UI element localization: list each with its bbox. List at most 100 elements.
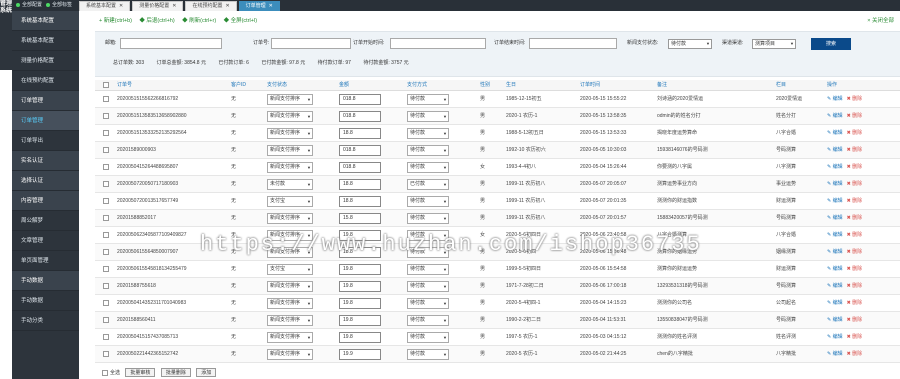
close-tab-icon[interactable]: ✕	[225, 3, 229, 9]
add-button[interactable]: + 新建(ctrl+b)	[99, 18, 132, 24]
tab-0[interactable]: 系统基本配置 ✕	[79, 1, 131, 11]
fullscreen-button[interactable]: ◆ 全屏(ctrl+l)	[224, 18, 257, 24]
pay-status-select[interactable]: 新闻支付排序	[267, 128, 313, 139]
pay-status-select[interactable]: 新闻支付排序	[267, 162, 313, 173]
column-header[interactable]: 备注	[657, 80, 667, 90]
edit-button[interactable]: ✎ 编辑	[827, 113, 843, 119]
add-row-button[interactable]: 添加	[196, 368, 217, 377]
tab-3[interactable]: 订单管理 ✕	[238, 1, 280, 11]
pay-status-select[interactable]: 支付宝	[267, 196, 313, 207]
close-tab-icon[interactable]: ✕	[172, 3, 176, 9]
delete-button[interactable]: ✖ 删除	[847, 113, 863, 119]
column-header[interactable]: 订单号	[117, 80, 132, 90]
delete-button[interactable]: ✖ 删除	[847, 164, 863, 170]
sidebar-item-6[interactable]: 订单导出	[12, 131, 79, 151]
amount-input[interactable]: 19.8	[339, 298, 381, 309]
amount-input[interactable]: 19.8	[339, 315, 381, 326]
close-all-button[interactable]: × 关闭全部	[867, 15, 894, 27]
row-checkbox[interactable]	[103, 266, 109, 272]
pay-method-select[interactable]: 待付款	[407, 94, 449, 105]
pay-status-select[interactable]: 新闻支付排序	[267, 213, 313, 224]
edit-button[interactable]: ✎ 编辑	[827, 317, 843, 323]
amount-input[interactable]: 19.8	[339, 332, 381, 343]
top-link-tags[interactable]: 全部标签	[46, 1, 72, 10]
sidebar-item-15[interactable]: 手动分类	[12, 311, 79, 331]
delete-button[interactable]: ✖ 删除	[847, 317, 863, 323]
column-header[interactable]: 客户ID	[231, 80, 246, 90]
pay-status-select[interactable]: 新闻支付排序	[267, 281, 313, 292]
edit-button[interactable]: ✎ 编辑	[827, 351, 843, 357]
amount-input[interactable]: 018.8	[339, 111, 381, 122]
pay-status-select[interactable]: 新闻支付排序	[267, 298, 313, 309]
amount-input[interactable]: 15.8	[339, 213, 381, 224]
column-header[interactable]: 操作	[827, 80, 837, 90]
pay-status-select[interactable]: 支付宝	[267, 264, 313, 275]
row-checkbox[interactable]	[103, 164, 109, 170]
delete-button[interactable]: ✖ 删除	[847, 249, 863, 255]
column-header[interactable]: 订单时间	[580, 80, 600, 90]
row-checkbox[interactable]	[103, 232, 109, 238]
amount-input[interactable]: 018.8	[339, 94, 381, 105]
pay-status-select[interactable]: 待付款	[668, 39, 712, 49]
delete-button[interactable]: ✖ 删除	[847, 351, 863, 357]
column-header[interactable]: 支付方式	[407, 80, 427, 90]
pay-status-select[interactable]: 新闻支付排序	[267, 111, 313, 122]
pay-method-select[interactable]: 待付款	[407, 298, 449, 309]
row-checkbox[interactable]	[103, 96, 109, 102]
delete-button[interactable]: ✖ 删除	[847, 130, 863, 136]
pay-status-select[interactable]: 新闻支付排序	[267, 145, 313, 156]
sidebar-item-9[interactable]: 内容管理	[12, 191, 79, 211]
edit-button[interactable]: ✎ 编辑	[827, 249, 843, 255]
back-button[interactable]: ◆ 后退(ctrl+h)	[139, 18, 174, 24]
amount-input[interactable]: 018.8	[339, 162, 381, 173]
pay-method-select[interactable]: 待付款	[407, 145, 449, 156]
delete-button[interactable]: ✖ 删除	[847, 232, 863, 238]
amount-input[interactable]: 18.8	[339, 128, 381, 139]
edit-button[interactable]: ✎ 编辑	[827, 300, 843, 306]
sidebar-item-14[interactable]: 手动数据	[12, 291, 79, 311]
pay-status-select[interactable]: 新闻支付排序	[267, 94, 313, 105]
header-checkbox[interactable]	[103, 82, 109, 88]
column-header[interactable]: 性别	[480, 80, 490, 90]
row-checkbox[interactable]	[103, 317, 109, 323]
channel-select[interactable]: 测算项目	[752, 39, 796, 49]
tab-1[interactable]: 测量价格配置 ✕	[132, 1, 184, 11]
edit-button[interactable]: ✎ 编辑	[827, 215, 843, 221]
delete-button[interactable]: ✖ 删除	[847, 300, 863, 306]
edit-button[interactable]: ✎ 编辑	[827, 96, 843, 102]
amount-input[interactable]: 19.9	[339, 349, 381, 360]
delete-button[interactable]: ✖ 删除	[847, 96, 863, 102]
pay-method-select[interactable]: 待付款	[407, 349, 449, 360]
amount-input[interactable]: 19.8	[339, 264, 381, 275]
row-checkbox[interactable]	[103, 351, 109, 357]
row-checkbox[interactable]	[103, 198, 109, 204]
row-checkbox[interactable]	[103, 283, 109, 289]
pay-method-select[interactable]: 已付款	[407, 179, 449, 190]
order-no-field[interactable]	[271, 38, 351, 49]
delete-button[interactable]: ✖ 删除	[847, 181, 863, 187]
column-header[interactable]: 金额	[339, 80, 349, 90]
sidebar-item-0[interactable]: 系统基本配置	[12, 11, 79, 31]
sidebar-item-10[interactable]: 周公解梦	[12, 211, 79, 231]
pay-status-select[interactable]: 未付款	[267, 179, 313, 190]
email-field[interactable]	[120, 38, 222, 49]
pay-method-select[interactable]: 待付款	[407, 213, 449, 224]
column-header[interactable]: 生日	[506, 80, 516, 90]
tab-2[interactable]: 在线预约配置 ✕	[185, 1, 237, 11]
delete-button[interactable]: ✖ 删除	[847, 198, 863, 204]
pay-method-select[interactable]: 待付款	[407, 315, 449, 326]
pay-method-select[interactable]: 待付款	[407, 162, 449, 173]
edit-button[interactable]: ✎ 编辑	[827, 198, 843, 204]
time-start-field[interactable]	[390, 38, 486, 49]
pay-method-select[interactable]: 待付款	[407, 128, 449, 139]
batch-audit-button[interactable]: 批量审核	[125, 368, 156, 377]
sidebar-item-4[interactable]: 订单管理	[12, 91, 79, 111]
edit-button[interactable]: ✎ 编辑	[827, 232, 843, 238]
sidebar-item-3[interactable]: 在线预约配置	[12, 71, 79, 91]
pay-status-select[interactable]: 新闻支付排序	[267, 349, 313, 360]
row-checkbox[interactable]	[103, 181, 109, 187]
delete-button[interactable]: ✖ 删除	[847, 266, 863, 272]
sidebar-item-11[interactable]: 文章管理	[12, 231, 79, 251]
delete-button[interactable]: ✖ 删除	[847, 147, 863, 153]
close-tab-icon[interactable]: ✕	[119, 3, 123, 9]
